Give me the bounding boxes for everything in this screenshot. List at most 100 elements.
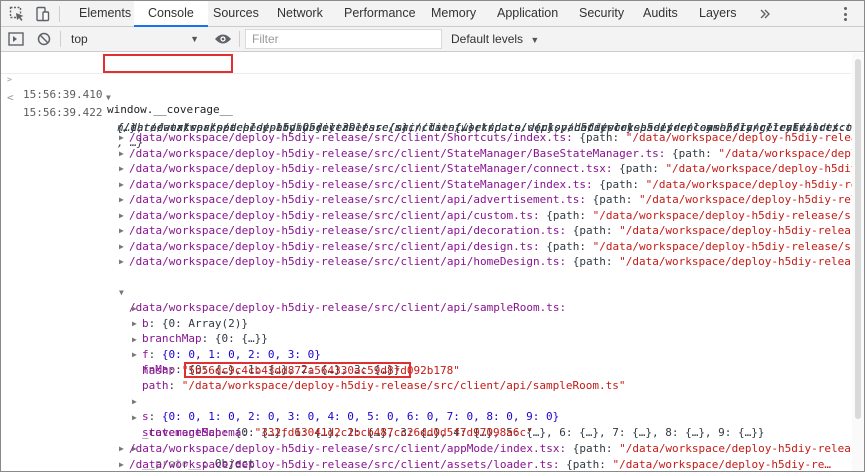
- triangle-collapsed-icon[interactable]: ▶: [132, 301, 137, 316]
- entry-value: {path:: [539, 208, 593, 222]
- context-value: top: [71, 32, 88, 46]
- prop-row-s[interactable]: ▶ s: {0: 0, 1: 0, 2: 0, 3: 0, 4: 0, 5: 0…: [1, 379, 559, 423]
- entry-path-string: "/data/workspace/deploy-h5diy-rel…: [638, 193, 865, 206]
- prop-row-statementmap[interactable]: ▶ statementMap: {0: {…}, 1: {…}, 2: {…},…: [1, 395, 765, 439]
- entry-key: /data/workspace/deploy-h5diy-release/src…: [129, 224, 567, 237]
- triangle-collapsed-icon[interactable]: ▶: [119, 239, 124, 254]
- triangle-collapsed-icon[interactable]: ▶: [132, 347, 137, 362]
- tab-security[interactable]: Security: [567, 1, 636, 26]
- prop-key: s: [142, 410, 149, 423]
- kebab-menu-icon[interactable]: [837, 5, 853, 23]
- entry-path-string: "/data/workspace/deploy-h5diy-re…: [645, 177, 865, 191]
- command-timestamp: 15:56:39.410: [23, 88, 103, 101]
- prop-row-branchmap[interactable]: ▶ branchMap: {0: {…}}: [1, 301, 268, 345]
- entry-key: /data/workspace/deploy-h5diy-release/src…: [129, 442, 567, 455]
- command-highlight-box: [103, 54, 233, 73]
- triangle-collapsed-icon[interactable]: ▶: [132, 410, 137, 425]
- levels-label: Default levels: [451, 32, 524, 46]
- path-highlighted-prefix: /data/workspace/deploy-h5diy-release: [188, 379, 427, 392]
- prop-key: b: [142, 317, 149, 330]
- entry-path-string: "/data/workspace/deploy-h5diy-re…: [612, 457, 831, 471]
- triangle-expanded-icon[interactable]: ▼: [119, 285, 124, 300]
- chevron-down-icon: ▼: [190, 34, 199, 44]
- prop-value: {0: Array(2)}: [161, 317, 248, 330]
- tab-network[interactable]: Network: [265, 1, 335, 26]
- filter-input[interactable]: Filter: [245, 29, 442, 49]
- toolbar-divider: [59, 6, 60, 22]
- devtools-window: Elements Console Sources Network Perform…: [0, 0, 865, 472]
- row-divider: [1, 73, 851, 74]
- prop-row-proto[interactable]: ▶ __proto__: Object: [1, 426, 255, 470]
- triangle-collapsed-icon[interactable]: ▶: [119, 146, 124, 161]
- clear-console-icon[interactable]: [34, 29, 54, 49]
- chevron-down-icon: ▼: [530, 35, 540, 45]
- triangle-collapsed-icon[interactable]: ▶: [119, 254, 124, 269]
- entry-value: {path:: [566, 224, 620, 237]
- tab-memory[interactable]: Memory: [419, 1, 488, 26]
- entry-value: {path:: [585, 193, 639, 206]
- entry-value: {path:: [566, 442, 620, 455]
- triangle-collapsed-icon[interactable]: ▶: [119, 208, 124, 223]
- entry-path-string: "/data/workspace/deploy-h5diy-release/…: [619, 224, 865, 237]
- result-row: < 15:56:39.422 {/data/workspace/deploy-h…: [1, 75, 864, 134]
- result-summary-row: , …}: [1, 120, 144, 149]
- triangle-collapsed-icon[interactable]: ▶: [132, 394, 137, 409]
- triangle-collapsed-icon[interactable]: ▶: [119, 223, 124, 238]
- prop-key: path: [142, 379, 169, 392]
- toolbar-divider: [60, 31, 61, 47]
- prop-value: {0: 0, 1: 0, 2: 0, 3: 0, 4: 0, 5: 0, 6: …: [161, 410, 560, 423]
- entry-key: /data/workspace/deploy-h5diy-release/src…: [129, 177, 593, 191]
- tab-performance[interactable]: Performance: [332, 1, 428, 26]
- triangle-collapsed-icon[interactable]: ▶: [132, 316, 137, 331]
- entry-value: {path:: [592, 177, 646, 191]
- path-remainder: /src/client/api/sampleRoom.ts": [426, 379, 626, 392]
- device-toggle-icon[interactable]: [32, 4, 52, 24]
- prop-row-b[interactable]: ▶ b: {0: Array(2)}: [1, 286, 248, 330]
- eye-icon[interactable]: [213, 29, 233, 49]
- tab-audits[interactable]: Audits: [631, 1, 690, 26]
- sidebar-toggle-icon[interactable]: [6, 29, 26, 49]
- command-row: > 15:56:39.410 window.__coverage__: [1, 57, 233, 116]
- entry-key: /data/workspace/deploy-h5diy-release/src…: [129, 193, 586, 206]
- path-highlight-box: [184, 362, 411, 378]
- triangle-collapsed-icon[interactable]: ▶: [119, 457, 124, 472]
- entry-key: /data/workspace/deploy-h5diy-release/src…: [129, 208, 540, 222]
- prop-row-f[interactable]: ▶ f: {0: 0, 1: 0, 2: 0, 3: 0}: [1, 317, 321, 361]
- tab-elements[interactable]: Elements: [67, 1, 143, 26]
- triangle-collapsed-icon[interactable]: ▶: [119, 192, 124, 207]
- devtools-tab-bar: Elements Console Sources Network Perform…: [1, 1, 864, 27]
- command-text: window.__coverage__: [107, 103, 233, 116]
- console-toolbar: top ▼ Filter Default levels ▼: [1, 27, 864, 52]
- entry-path-string: "/data/workspace/deploy-h5diy-relea…: [665, 162, 864, 175]
- entry-key: /data/workspace/deploy-h5diy-release/src…: [129, 255, 567, 268]
- entry-value: {path:: [665, 146, 719, 160]
- entry-key: /data/workspace/deploy-h5diy-release/src…: [129, 457, 560, 471]
- entry-path-string: "/data/workspace/deploy-h5diy-release/sr…: [592, 208, 865, 222]
- levels-dropdown[interactable]: Default levels ▼: [451, 30, 539, 49]
- scrollbar-thumb[interactable]: [855, 59, 861, 419]
- prop-value: "332fd63041d2c1bcb487cc26dd0d5f7d97098a6…: [254, 426, 533, 439]
- more-tabs-icon[interactable]: [755, 4, 775, 24]
- expanded-entry-row[interactable]: ▼ /data/workspace/deploy-h5diy-release/s…: [1, 270, 566, 314]
- vertical-scrollbar[interactable]: [852, 53, 864, 471]
- entry-path-string: "/data/workspace/deploy-h5diy-release/…: [619, 255, 865, 268]
- tab-console[interactable]: Console: [134, 1, 208, 27]
- triangle-collapsed-icon[interactable]: ▶: [119, 177, 124, 192]
- tab-application[interactable]: Application: [485, 1, 570, 26]
- prop-key: _coverageSchema: [142, 426, 242, 439]
- entry-key: /data/workspace/deploy-h5diy-release/src…: [129, 239, 540, 253]
- entry-key: /data/workspace/deploy-h5diy-release/src…: [129, 146, 666, 160]
- triangle-collapsed-icon[interactable]: ▶: [119, 130, 124, 145]
- prop-row-hash: hash: "5b56dc9c4cb43dd877a564330ac59d8fd…: [142, 364, 460, 377]
- prop-value: {0: 0, 1: 0, 2: 0, 3: 0}: [161, 348, 321, 361]
- triangle-expanded-icon[interactable]: ▼: [106, 90, 111, 105]
- triangle-collapsed-icon[interactable]: ▶: [119, 161, 124, 176]
- triangle-collapsed-icon[interactable]: ▶: [132, 332, 137, 347]
- triangle-collapsed-icon[interactable]: ▶: [119, 441, 124, 456]
- prop-row-fnmap[interactable]: ▶ fnMap: {0: {…}, 1: {…}, 2: {…}, 3: {…}…: [1, 332, 400, 376]
- context-selector[interactable]: top ▼: [67, 30, 203, 49]
- entry-value: {path:: [612, 162, 666, 175]
- tab-sources[interactable]: Sources: [201, 1, 271, 26]
- inspect-icon[interactable]: [7, 4, 27, 24]
- tab-layers[interactable]: Layers: [687, 1, 749, 26]
